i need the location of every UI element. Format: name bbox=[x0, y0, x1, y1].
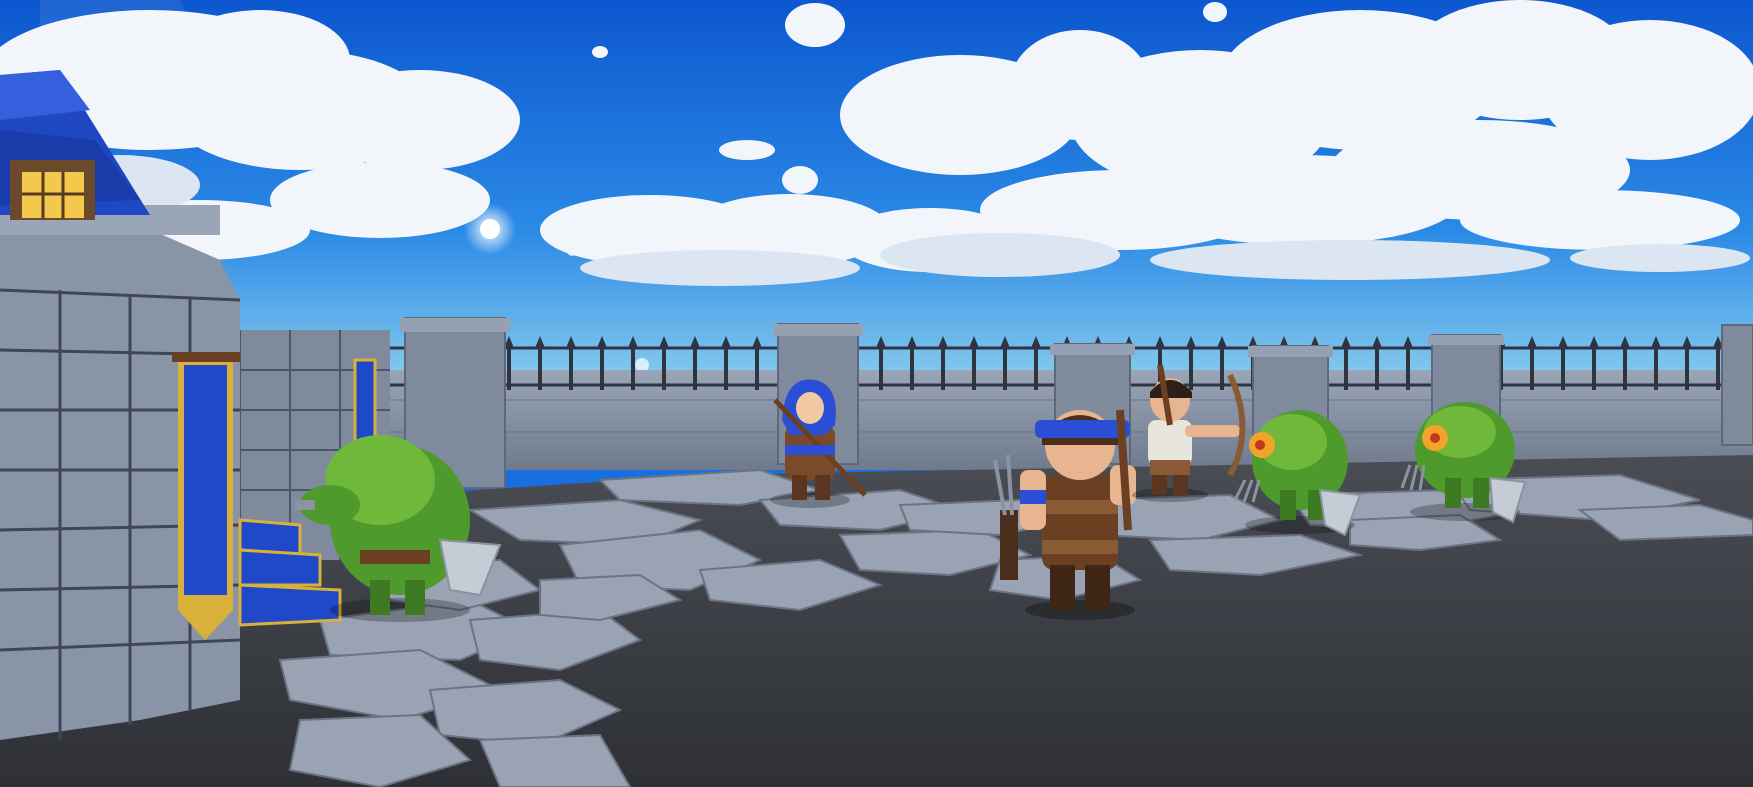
fence-bar bbox=[879, 345, 883, 390]
fence-bar bbox=[1530, 345, 1534, 390]
fence-bar bbox=[1561, 345, 1565, 390]
fence-bar bbox=[1592, 345, 1596, 390]
tower-window-icon bbox=[10, 160, 95, 220]
fence-bar bbox=[662, 345, 666, 390]
fence-bar bbox=[910, 345, 914, 390]
fence-bar bbox=[972, 345, 976, 390]
fence-bar bbox=[1623, 345, 1627, 390]
fence-bar bbox=[1654, 345, 1658, 390]
blue-headband-icon bbox=[1035, 420, 1130, 438]
game-scene-canvas bbox=[0, 0, 1753, 787]
fence-bar bbox=[1375, 345, 1379, 390]
fence-bar bbox=[1406, 345, 1410, 390]
fence-bar bbox=[1220, 345, 1224, 390]
fence-bar bbox=[631, 345, 635, 390]
fence-bar bbox=[1716, 345, 1720, 390]
fence-bar bbox=[569, 345, 573, 390]
fence-bar bbox=[1034, 345, 1038, 390]
quiver-icon bbox=[1000, 510, 1018, 580]
fence-bar bbox=[724, 345, 728, 390]
hud-hexagon-icon bbox=[40, 0, 195, 70]
fence-bar bbox=[507, 345, 511, 390]
fence-bar bbox=[1189, 345, 1193, 390]
blue-banner-icon bbox=[172, 352, 240, 640]
game-viewport[interactable] bbox=[0, 0, 1753, 787]
fence-bar bbox=[693, 345, 697, 390]
fence-bar bbox=[538, 345, 542, 390]
fence-bar bbox=[1685, 345, 1689, 390]
fence-bar bbox=[941, 345, 945, 390]
fence-bar bbox=[755, 345, 759, 390]
fence-bar bbox=[1003, 345, 1007, 390]
fence-bar bbox=[600, 345, 604, 390]
fence-bar bbox=[1344, 345, 1348, 390]
